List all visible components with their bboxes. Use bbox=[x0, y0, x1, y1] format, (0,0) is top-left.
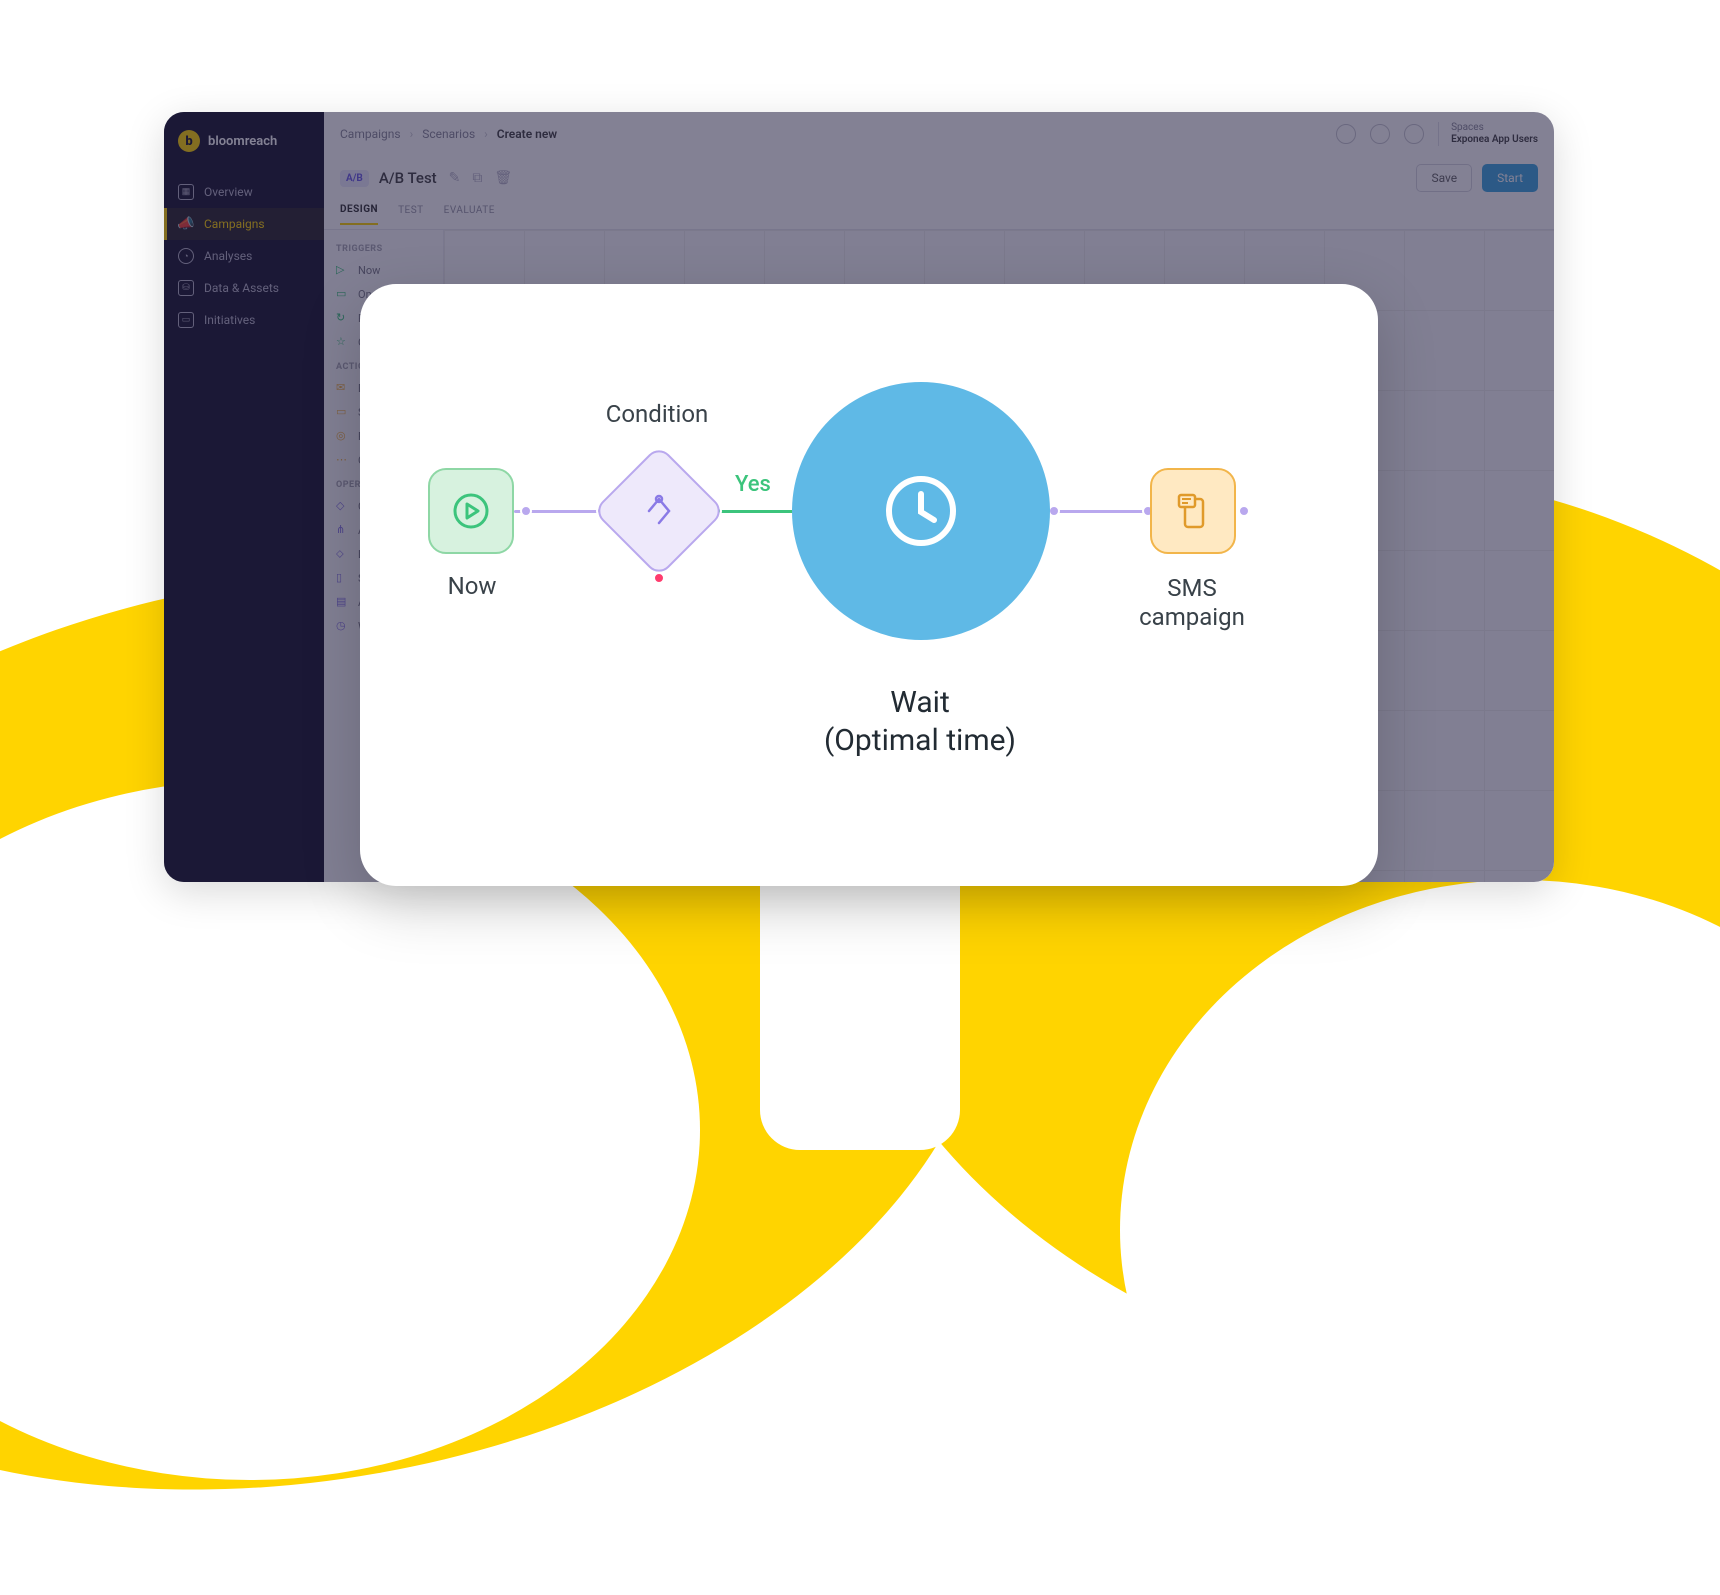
sidebar-item-overview[interactable]: ▦ Overview bbox=[164, 176, 324, 208]
logo-text: bloomreach bbox=[208, 134, 277, 149]
database-icon: ⛁ bbox=[178, 280, 194, 296]
connector-wait-sms bbox=[1048, 510, 1154, 513]
edit-icon[interactable]: ✎ bbox=[449, 170, 461, 186]
target-icon: ◎ bbox=[336, 429, 350, 443]
space-label: Spaces bbox=[1451, 122, 1538, 134]
space-name: Exponea App Users bbox=[1451, 134, 1538, 146]
tab-evaluate[interactable]: EVALUATE bbox=[444, 205, 495, 224]
event-icon: ☆ bbox=[336, 335, 350, 349]
flow-popup-card: Now Condition Yes bbox=[360, 284, 1378, 886]
condition-icon bbox=[641, 493, 677, 529]
sidebar-item-data-assets[interactable]: ⛁ Data & Assets bbox=[164, 272, 324, 304]
sidebar-item-label: Data & Assets bbox=[204, 281, 279, 295]
sidebar-item-label: Analyses bbox=[204, 249, 252, 263]
breadcrumb-scenarios[interactable]: Scenarios bbox=[422, 127, 475, 141]
flow-label-wait: Wait (Optimal time) bbox=[740, 684, 1100, 759]
split-icon: ⋔ bbox=[336, 523, 350, 537]
ab-chip: A/B bbox=[340, 170, 369, 187]
palette-item-now[interactable]: ▷Now bbox=[324, 258, 443, 282]
dots-icon: ⋯ bbox=[336, 453, 350, 467]
sidebar-item-initiatives[interactable]: ▭ Initiatives bbox=[164, 304, 324, 336]
page-title: A/B Test bbox=[379, 169, 437, 187]
condition-icon: ◇ bbox=[336, 499, 350, 513]
repeat-icon: ↻ bbox=[336, 311, 350, 325]
flow-node-condition[interactable] bbox=[592, 444, 726, 578]
flow-label-now: Now bbox=[412, 572, 532, 600]
calendar-icon: ▭ bbox=[336, 287, 350, 301]
flow-node-wait[interactable] bbox=[792, 382, 1050, 640]
clock-icon bbox=[878, 468, 964, 554]
email-icon: ✉ bbox=[336, 381, 350, 395]
flow-label-sms: SMS campaign bbox=[1112, 574, 1272, 632]
node-port[interactable] bbox=[1238, 505, 1250, 517]
node-port-no[interactable] bbox=[653, 572, 665, 584]
sms-icon bbox=[1171, 489, 1215, 533]
tab-design[interactable]: DESIGN bbox=[340, 204, 378, 225]
clock-icon: ◷ bbox=[336, 619, 350, 633]
breadcrumb-campaigns[interactable]: Campaigns bbox=[340, 127, 401, 141]
sms-icon: ▭ bbox=[336, 405, 350, 419]
start-button[interactable]: Start bbox=[1482, 164, 1538, 192]
notification-icon[interactable] bbox=[1336, 124, 1356, 144]
breadcrumb: Campaigns › Scenarios › Create new bbox=[340, 127, 557, 141]
save-button[interactable]: Save bbox=[1416, 164, 1472, 192]
add-event-icon: ▤ bbox=[336, 595, 350, 609]
titlebar: A/B A/B Test ✎ ⧉ 🗑 Save Start bbox=[324, 156, 1554, 200]
attr-icon: ▯ bbox=[336, 571, 350, 585]
pie-icon: ◔ bbox=[178, 248, 194, 264]
flow-label-yes: Yes bbox=[735, 472, 771, 497]
flow-label-condition: Condition bbox=[572, 400, 742, 428]
tab-test[interactable]: TEST bbox=[398, 205, 424, 224]
logo: b bloomreach bbox=[164, 126, 324, 176]
play-icon: ▷ bbox=[336, 263, 350, 277]
play-icon bbox=[450, 490, 492, 532]
breadcrumb-create-new: Create new bbox=[497, 127, 557, 141]
node-port[interactable] bbox=[520, 505, 532, 517]
folder-icon: ▭ bbox=[178, 312, 194, 328]
tabs-row: DESIGN TEST EVALUATE bbox=[324, 200, 1554, 230]
help-icon[interactable] bbox=[1404, 124, 1424, 144]
sidebar-item-campaigns[interactable]: 📣 Campaigns bbox=[164, 208, 324, 240]
grid-icon: ▦ bbox=[178, 184, 194, 200]
delete-icon[interactable]: 🗑 bbox=[494, 170, 512, 186]
flow-node-sms[interactable] bbox=[1150, 468, 1236, 554]
copy-icon[interactable]: ⧉ bbox=[472, 170, 482, 186]
sidebar-item-analyses[interactable]: ◔ Analyses bbox=[164, 240, 324, 272]
topbar: Campaigns › Scenarios › Create new Space… bbox=[324, 112, 1554, 156]
sidebar-item-label: Campaigns bbox=[204, 217, 265, 231]
sidebar-item-label: Initiatives bbox=[204, 313, 255, 327]
space-selector[interactable]: Spaces Exponea App Users bbox=[1438, 122, 1538, 146]
logo-mark: b bbox=[178, 130, 200, 152]
palette-head-triggers: TRIGGERS bbox=[324, 236, 443, 258]
megaphone-icon: 📣 bbox=[178, 216, 194, 232]
sidebar: b bloomreach ▦ Overview 📣 Campaigns ◔ An… bbox=[164, 112, 324, 882]
history-icon[interactable] bbox=[1370, 124, 1390, 144]
sidebar-item-label: Overview bbox=[204, 185, 253, 199]
tag-icon: ⬦ bbox=[336, 547, 350, 561]
flow-node-now[interactable] bbox=[428, 468, 514, 554]
connector-condition-wait bbox=[714, 510, 798, 513]
